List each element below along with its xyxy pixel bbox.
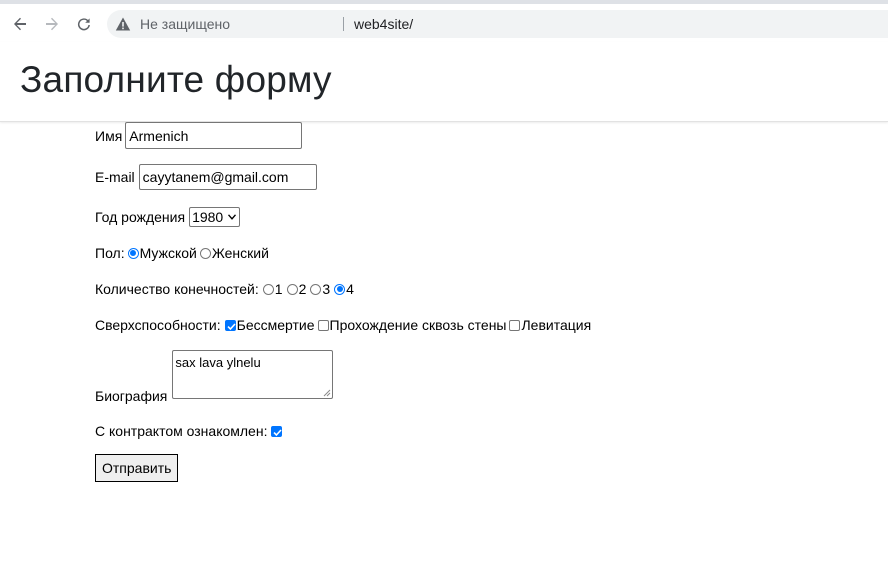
limbs-1-label: 1 bbox=[274, 281, 283, 297]
email-row: E-mail bbox=[95, 164, 317, 190]
gender-label: Пол: bbox=[95, 245, 125, 261]
chevron-down-icon bbox=[228, 214, 237, 220]
biography-label: Биография bbox=[95, 388, 168, 404]
reload-button[interactable] bbox=[70, 10, 98, 38]
limbs-2-radio[interactable] bbox=[286, 283, 298, 295]
forward-button[interactable] bbox=[38, 10, 66, 38]
limbs-3-label: 3 bbox=[322, 281, 331, 297]
limbs-1-radio[interactable] bbox=[262, 283, 274, 295]
gender-row: Пол: Мужской Женский bbox=[95, 245, 269, 261]
arrow-left-icon bbox=[14, 17, 26, 31]
checkmark-icon bbox=[273, 428, 283, 436]
submit-button[interactable]: Отправить bbox=[95, 454, 179, 482]
browser-toolbar: Не защищено web4site/ bbox=[0, 4, 888, 43]
birth-year-select[interactable]: 1980 bbox=[189, 207, 241, 227]
wall-passing-label: Прохождение сквозь стены bbox=[329, 317, 507, 333]
warning-icon[interactable] bbox=[115, 16, 131, 32]
biography-row: Биография sax lava ylnelu bbox=[95, 350, 334, 404]
wall-passing-checkbox[interactable] bbox=[317, 319, 329, 331]
page-title: Заполните форму bbox=[20, 59, 332, 100]
limbs-4-radio[interactable] bbox=[334, 283, 346, 295]
checkmark-icon bbox=[227, 322, 236, 330]
superpowers-label: Сверхспособности: bbox=[95, 317, 221, 333]
gender-male-radio[interactable] bbox=[127, 247, 139, 259]
name-label: Имя bbox=[95, 127, 123, 144]
reload-icon bbox=[77, 18, 90, 31]
levitation-checkbox[interactable] bbox=[509, 319, 521, 331]
immortality-label: Бессмертие bbox=[236, 317, 315, 333]
birth-year-label: Год рождения bbox=[95, 209, 186, 225]
page-header: Заполните форму bbox=[0, 42, 888, 122]
birth-year-value: 1980 bbox=[192, 209, 224, 225]
address-bar[interactable]: Не защищено web4site/ bbox=[107, 10, 888, 38]
gender-male-label: Мужской bbox=[139, 245, 197, 261]
levitation-label: Левитация bbox=[521, 317, 592, 333]
contract-label: С контрактом ознакомлен: bbox=[95, 423, 268, 439]
gender-female-radio[interactable] bbox=[199, 247, 211, 259]
arrow-right-icon bbox=[46, 17, 58, 31]
email-label: E-mail bbox=[95, 169, 135, 185]
security-status[interactable]: Не защищено bbox=[140, 16, 230, 32]
url-text[interactable]: web4site/ bbox=[354, 16, 413, 32]
email-input[interactable] bbox=[138, 164, 317, 190]
resize-handle-icon[interactable] bbox=[323, 389, 331, 397]
divider bbox=[343, 17, 344, 31]
limbs-4-label: 4 bbox=[346, 281, 354, 297]
back-button[interactable] bbox=[6, 10, 34, 38]
superpowers-row: Сверхспособности: Бессмертие Прохождение… bbox=[95, 317, 591, 333]
limbs-2-label: 2 bbox=[298, 281, 307, 297]
birth-year-row: Год рождения 1980 bbox=[95, 207, 241, 227]
immortality-checkbox[interactable] bbox=[224, 319, 236, 331]
gender-female-label: Женский bbox=[211, 245, 269, 261]
submit-row: Отправить bbox=[95, 454, 179, 482]
biography-value: sax lava ylnelu bbox=[175, 355, 261, 370]
biography-textarea[interactable]: sax lava ylnelu bbox=[172, 350, 334, 399]
name-row: Имя bbox=[95, 122, 303, 149]
limbs-3-radio[interactable] bbox=[310, 283, 322, 295]
contract-row: С контрактом ознакомлен: bbox=[95, 423, 283, 439]
name-input[interactable] bbox=[125, 122, 303, 149]
limbs-row: Количество конечностей: 1 2 3 4 bbox=[95, 281, 354, 297]
limbs-label: Количество конечностей: bbox=[95, 281, 259, 297]
contract-checkbox[interactable] bbox=[271, 425, 283, 437]
